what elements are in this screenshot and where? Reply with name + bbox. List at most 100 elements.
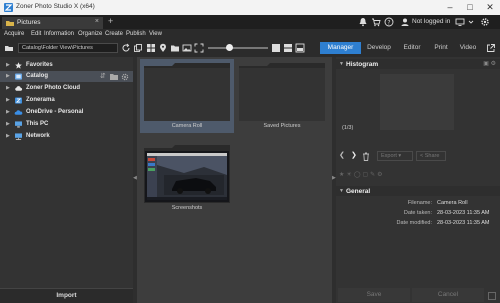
sort-arrows-icon[interactable]: ⇵ [100,72,106,80]
share-button[interactable]: < Share [416,151,446,161]
preview-counter: (1/3) [342,125,354,131]
thumbnail-saved-pictures[interactable]: Saved Pictures [235,59,329,133]
collapse-arrow-icon[interactable]: ▼ [339,61,344,67]
tree-label: OneDrive - Personal [26,109,84,115]
expand-arrow-icon[interactable]: ▶ [6,97,10,103]
tree-item-catalog[interactable]: ▶ Catalog ⇵ [0,71,133,82]
info-value: 28-03-2023 11:35 AM [437,220,490,226]
fullscreen-icon[interactable] [194,43,204,53]
network-icon [15,133,22,140]
folder-view-icon[interactable] [170,43,180,53]
cart-icon[interactable] [371,17,381,27]
expand-arrow-icon[interactable]: ▶ [6,121,10,127]
histogram-title: Histogram [346,61,379,68]
mode-manager[interactable]: Manager [320,42,361,54]
folder-tree-icon[interactable] [4,43,14,53]
mode-print[interactable]: Print [429,42,453,54]
quick-actions-row[interactable]: ★☀◯▢✎⚙ [339,171,385,178]
panel-toggle-icon[interactable] [488,292,496,300]
refresh-icon[interactable] [121,43,131,53]
maximize-button[interactable]: □ [460,0,480,15]
menu-acquire[interactable]: Acquire [4,31,24,37]
tree-item-favorites[interactable]: ▶ Favorites [0,60,133,71]
zoom-slider[interactable] [208,47,268,49]
info-value: 28-03-2023 11:35 AM [437,210,490,216]
trash-icon[interactable] [362,152,370,161]
info-key: Filename: [407,200,432,206]
histogram-header[interactable]: ▼ Histogram ▣ ⚙ [336,59,500,69]
user-icon[interactable] [400,17,410,27]
histogram-options-icon[interactable]: ▣ ⚙ [483,60,496,67]
settings-gear-icon[interactable] [480,17,490,27]
new-tab-button[interactable]: + [108,16,113,26]
copy-icon[interactable] [133,43,143,53]
export-button[interactable]: Export ▾ [377,151,413,161]
close-window-button[interactable]: ✕ [480,0,500,15]
right-panel: ▼ Histogram ▣ ⚙ (1/3) ❮ ❯ Export ▾ < Sha… [336,57,500,303]
tree-item-network[interactable]: ▶ Network [0,131,133,142]
menu-edit[interactable]: Edit [31,31,41,37]
bell-icon[interactable] [358,17,368,27]
general-header[interactable]: ▼ General [336,186,500,196]
tree-label: Network [26,133,50,139]
view-large-icon[interactable] [271,43,281,53]
browser-area: Camera Roll Saved Pictures Screenshots [137,57,332,303]
view-compare-icon[interactable] [295,43,305,53]
thumbnail-screenshots[interactable]: Screenshots [140,141,234,215]
cancel-button[interactable]: Cancel [412,288,484,302]
histogram-preview [380,74,454,130]
mode-develop[interactable]: Develop [364,42,394,54]
tree-item-zonerama[interactable]: ▶ Zonerama [0,95,133,106]
tree-item-zoner-photo-cloud[interactable]: ▶ Zoner Photo Cloud [0,83,133,94]
import-button[interactable]: Import [0,292,133,299]
thumbnail-label: Camera Roll [171,123,203,129]
mode-editor[interactable]: Editor [398,42,426,54]
folder-add-icon[interactable] [110,73,118,80]
help-icon[interactable]: ? [384,17,394,27]
menu-bar: Acquire Edit Information Organize Create… [0,29,500,39]
menu-organize[interactable]: Organize [78,31,102,37]
menu-create[interactable]: Create [105,31,123,37]
menu-view[interactable]: View [149,31,162,37]
previous-icon[interactable]: ❮ [339,151,345,159]
expand-arrow-icon[interactable]: ▶ [6,133,10,139]
menu-publish[interactable]: Publish [126,31,146,37]
mode-video[interactable]: Video [456,42,480,54]
close-tab-icon[interactable]: × [95,18,99,25]
path-field[interactable]: Catalog\Folder View\Pictures [18,43,118,53]
gear-icon[interactable] [121,73,129,81]
tree-item-onedrive[interactable]: ▶ OneDrive - Personal [0,107,133,118]
next-icon[interactable]: ❯ [351,151,357,159]
expand-arrow-icon[interactable]: ▶ [6,85,10,91]
tab-pictures[interactable]: Pictures × [2,17,103,29]
display-icon[interactable] [455,17,465,27]
chevron-down-icon[interactable] [466,17,476,27]
folder-icon [6,21,14,26]
zoom-slider-handle[interactable] [226,44,233,51]
thumbnails-view-icon[interactable] [146,43,156,53]
toolbar: Catalog\Folder View\Pictures Manager Dev… [0,39,500,57]
star-icon [15,62,22,69]
computer-icon [15,121,22,128]
map-pin-icon[interactable] [158,43,168,53]
view-split-icon[interactable] [283,43,293,53]
thumbnail-camera-roll[interactable]: Camera Roll [140,59,234,133]
info-value: Camera Roll [437,200,468,206]
collapse-arrow-icon[interactable]: ▼ [339,188,344,194]
expand-arrow-icon[interactable]: ▶ [6,62,10,68]
info-key: Date taken: [403,210,432,216]
folder-screenshot-preview [144,145,230,203]
svg-text:?: ? [387,19,390,26]
menu-information[interactable]: Information [44,31,74,37]
onedrive-icon [14,110,23,115]
tree-item-this-pc[interactable]: ▶ This PC [0,119,133,130]
tree-label: This PC [26,121,49,127]
expand-arrow-icon[interactable]: ▶ [6,109,10,115]
folder-icon [144,63,230,121]
save-button[interactable]: Save [338,288,410,302]
login-status[interactable]: Not logged in [412,18,450,25]
minimize-button[interactable]: – [440,0,460,15]
expand-arrow-icon[interactable]: ▶ [6,73,10,79]
image-icon[interactable] [182,43,192,53]
external-window-icon[interactable] [486,43,496,53]
